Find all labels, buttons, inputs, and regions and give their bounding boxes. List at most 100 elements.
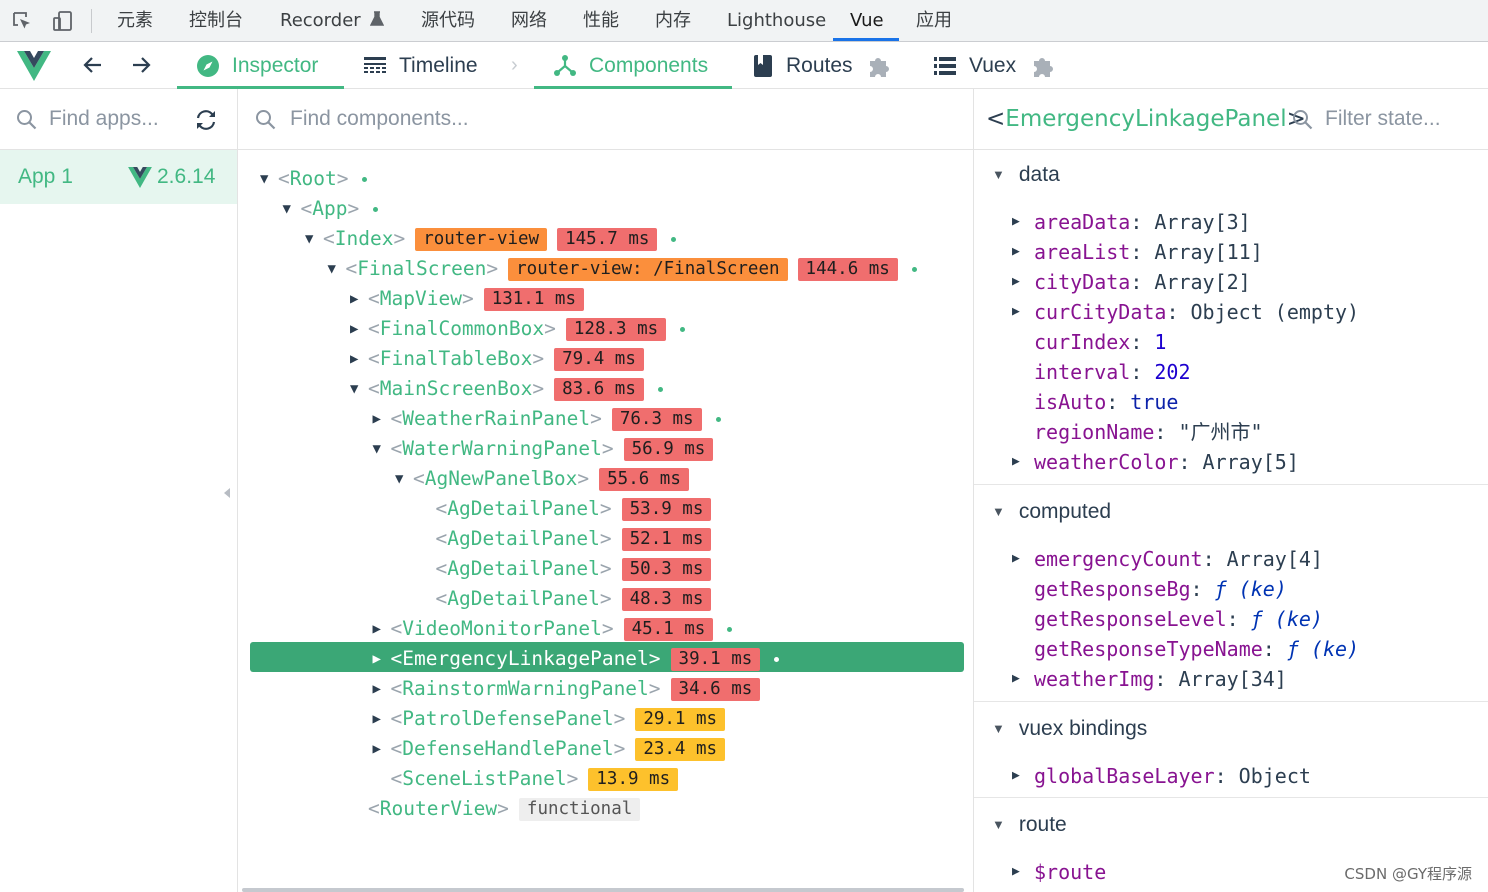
- state-property-row[interactable]: ▶ areaData: Array[3]: [1012, 207, 1251, 237]
- state-property-row[interactable]: ▶ emergencyCount: Array[4]: [1012, 544, 1323, 574]
- app-list-item[interactable]: App 1 2.6.14: [0, 150, 237, 204]
- forward-arrow-icon[interactable]: [130, 54, 152, 81]
- state-section-header[interactable]: ▼ route: [992, 810, 1067, 840]
- routes-button[interactable]: Routes: [752, 42, 853, 89]
- property-value[interactable]: Array[11]: [1154, 237, 1262, 267]
- component-tree-row[interactable]: ▼ <Index> router-view 145.7 ms: [305, 224, 677, 254]
- property-value[interactable]: ƒ (ke): [1251, 604, 1323, 634]
- component-tree-row[interactable]: ▶ <VideoMonitorPanel> 45.1 ms: [373, 614, 733, 644]
- component-tree-row[interactable]: <SceneListPanel> 13.9 ms: [373, 764, 679, 794]
- horizontal-scrollbar[interactable]: [242, 888, 964, 892]
- caret-right-icon[interactable]: ▶: [1012, 447, 1034, 477]
- caret-right-icon[interactable]: ▶: [373, 404, 391, 434]
- caret-right-icon[interactable]: ▶: [373, 644, 391, 674]
- component-tree-row[interactable]: ▼ <MainScreenBox> 83.6 ms: [350, 374, 663, 404]
- tab-application[interactable]: 应用: [916, 0, 952, 42]
- tab-memory[interactable]: 内存: [655, 0, 691, 42]
- tab-sources[interactable]: 源代码: [421, 0, 475, 42]
- caret-right-icon[interactable]: ▶: [373, 734, 391, 764]
- caret-right-icon[interactable]: ▶: [1012, 237, 1034, 267]
- property-value[interactable]: Array[5]: [1203, 447, 1299, 477]
- caret-right-icon[interactable]: ▶: [1012, 664, 1034, 694]
- property-value[interactable]: Object: [1239, 761, 1311, 791]
- caret-right-icon[interactable]: ▶: [1012, 761, 1034, 791]
- tab-console[interactable]: 控制台: [189, 0, 243, 42]
- state-property-row[interactable]: ▶ areaList: Array[11]: [1012, 237, 1263, 267]
- caret-down-icon[interactable]: ▼: [373, 434, 391, 464]
- component-tree-row[interactable]: <RouterView> functional: [350, 794, 641, 824]
- component-tree-row[interactable]: ▼ <App>: [283, 194, 379, 224]
- state-section-header[interactable]: ▼ vuex bindings: [992, 714, 1147, 744]
- property-value[interactable]: Array[4]: [1227, 544, 1323, 574]
- caret-down-icon[interactable]: ▼: [328, 254, 346, 284]
- components-button[interactable]: Components: [553, 42, 708, 89]
- component-tree-row[interactable]: ▼ <FinalScreen> router-view: /FinalScreen 1…: [328, 254, 917, 284]
- component-tree-row[interactable]: ▶ <FinalTableBox> 79.4 ms: [350, 344, 644, 374]
- state-property-row[interactable]: ▶ globalBaseLayer: Object: [1012, 761, 1311, 791]
- component-tree-row[interactable]: ▶ <FinalCommonBox> 128.3 ms: [350, 314, 686, 344]
- component-tree-row[interactable]: ▶ <EmergencyLinkagePanel> 39.1 ms: [373, 644, 780, 674]
- caret-down-icon[interactable]: ▼: [283, 194, 301, 224]
- component-tree-row[interactable]: <AgDetailPanel> 50.3 ms: [418, 554, 712, 584]
- property-value[interactable]: Array[3]: [1154, 207, 1250, 237]
- component-tree-row[interactable]: ▼ <Root>: [260, 164, 368, 194]
- component-tree-row[interactable]: ▶ <RainstormWarningPanel> 34.6 ms: [373, 674, 761, 704]
- component-tree-row[interactable]: <AgDetailPanel> 53.9 ms: [418, 494, 712, 524]
- caret-right-icon[interactable]: ▶: [1012, 544, 1034, 574]
- caret-right-icon[interactable]: ▶: [373, 614, 391, 644]
- property-value[interactable]: Array[34]: [1178, 664, 1286, 694]
- state-property-row[interactable]: ▶ cityData: Array[2]: [1012, 267, 1251, 297]
- caret-right-icon[interactable]: ▶: [350, 344, 368, 374]
- back-arrow-icon[interactable]: [82, 54, 104, 81]
- refresh-icon[interactable]: [193, 107, 219, 133]
- state-property-row[interactable]: ▶ weatherImg: Array[34]: [1012, 664, 1287, 694]
- property-value[interactable]: ƒ (ke): [1215, 574, 1287, 604]
- component-tree-row[interactable]: ▶ <MapView> 131.1 ms: [350, 284, 584, 314]
- caret-right-icon[interactable]: ▶: [1012, 857, 1034, 887]
- filter-state-field[interactable]: Filter state...: [1292, 107, 1441, 131]
- caret-right-icon[interactable]: ▶: [373, 704, 391, 734]
- caret-down-icon[interactable]: ▼: [260, 164, 278, 194]
- state-property-row[interactable]: ▶ curCityData: Object (empty): [1012, 297, 1359, 327]
- property-value[interactable]: Array[2]: [1154, 267, 1250, 297]
- tab-network[interactable]: 网络: [511, 0, 547, 42]
- inspect-element-icon[interactable]: [9, 8, 35, 34]
- state-property-row[interactable]: ▶ $route: [1012, 857, 1106, 887]
- caret-down-icon[interactable]: ▼: [305, 224, 323, 254]
- state-section-header[interactable]: ▼ data: [992, 160, 1060, 190]
- apps-search-input[interactable]: Find apps...: [49, 107, 159, 131]
- component-tree-row[interactable]: ▼ <AgNewPanelBox> 55.6 ms: [395, 464, 689, 494]
- filter-state-input[interactable]: Filter state...: [1325, 107, 1441, 131]
- tab-vue[interactable]: Vue: [850, 0, 884, 42]
- property-value[interactable]: ƒ (ke): [1287, 634, 1359, 664]
- component-tree-row[interactable]: ▶ <DefenseHandlePanel> 23.4 ms: [373, 734, 726, 764]
- components-search-input[interactable]: Find components...: [290, 107, 469, 131]
- property-value[interactable]: 202: [1154, 357, 1190, 387]
- vuex-button[interactable]: Vuex: [933, 42, 1016, 89]
- caret-down-icon[interactable]: ▼: [395, 464, 413, 494]
- state-section-header[interactable]: ▼ computed: [992, 497, 1111, 527]
- tab-performance[interactable]: 性能: [583, 0, 619, 42]
- timeline-button[interactable]: Timeline: [363, 42, 478, 89]
- property-value[interactable]: true: [1130, 387, 1178, 417]
- property-value[interactable]: 1: [1154, 327, 1166, 357]
- caret-right-icon[interactable]: ▶: [350, 314, 368, 344]
- tab-recorder[interactable]: Recorder: [280, 0, 385, 42]
- device-toolbar-icon[interactable]: [50, 8, 76, 34]
- property-value[interactable]: Object (empty): [1191, 297, 1360, 327]
- caret-right-icon[interactable]: ▶: [1012, 267, 1034, 297]
- tab-lighthouse[interactable]: Lighthouse: [727, 0, 826, 42]
- component-tree-row[interactable]: <AgDetailPanel> 48.3 ms: [418, 584, 712, 614]
- tab-elements[interactable]: 元素: [117, 0, 153, 42]
- caret-down-icon[interactable]: ▼: [350, 374, 368, 404]
- component-tree-row[interactable]: ▶ <WeatherRainPanel> 76.3 ms: [373, 404, 721, 434]
- caret-right-icon[interactable]: ▶: [373, 674, 391, 704]
- component-tree-row[interactable]: ▼ <WaterWarningPanel> 56.9 ms: [373, 434, 714, 464]
- collapse-panel-icon[interactable]: [224, 488, 230, 498]
- property-value[interactable]: "广州市": [1178, 417, 1262, 447]
- caret-right-icon[interactable]: ▶: [1012, 207, 1034, 237]
- state-property-row[interactable]: ▶ weatherColor: Array[5]: [1012, 447, 1299, 477]
- component-tree-row[interactable]: ▶ <PatrolDefensePanel> 29.1 ms: [373, 704, 726, 734]
- inspector-button[interactable]: Inspector: [196, 42, 318, 89]
- caret-right-icon[interactable]: ▶: [1012, 297, 1034, 327]
